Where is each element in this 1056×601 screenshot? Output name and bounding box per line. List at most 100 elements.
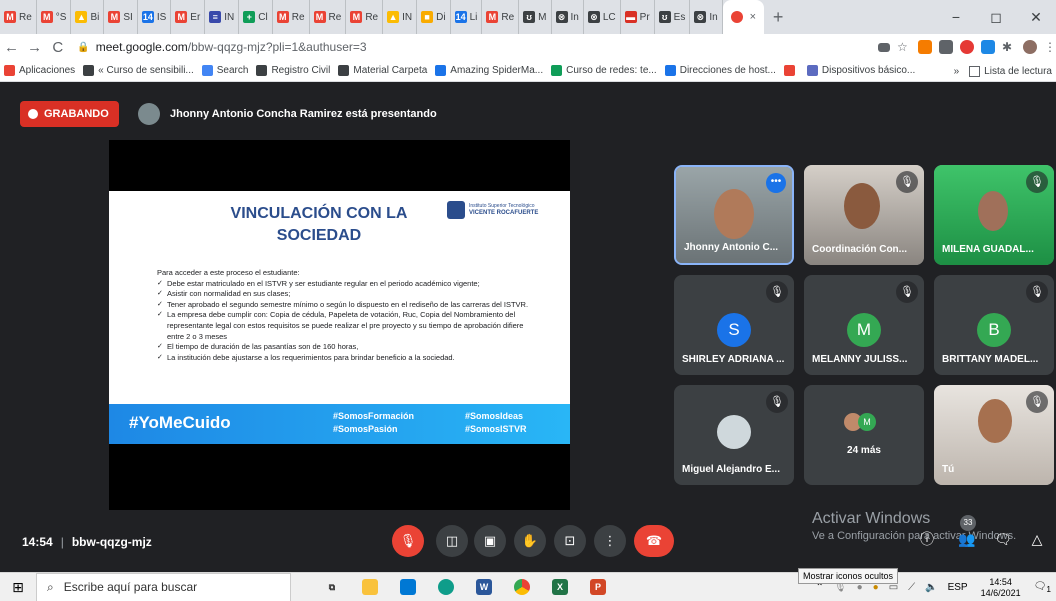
more-participants-tile[interactable]: M 24 más <box>804 385 924 485</box>
recording-badge[interactable]: GRABANDO <box>20 101 119 127</box>
participant-tile[interactable]: 🎙 Coordinación Con... <box>804 165 924 265</box>
browser-tab[interactable]: ⊗ In <box>690 0 723 34</box>
network-icon[interactable]: ⟋ <box>908 582 915 593</box>
chat-button[interactable]: 🗨 <box>992 528 1014 550</box>
info-button[interactable]: ⓘ <box>916 528 938 550</box>
browser-tab-active[interactable]: × <box>722 0 765 34</box>
browser-tab[interactable]: M Re <box>0 0 37 34</box>
browser-tab[interactable]: 14 IS <box>138 0 172 34</box>
browser-tab[interactable]: ■ Di <box>417 0 451 34</box>
extension-icon[interactable] <box>981 40 996 54</box>
browser-tab[interactable]: 14 Li <box>451 0 483 34</box>
bookmark-icon <box>806 65 818 76</box>
banner-tag: #SomosISTVR <box>465 424 527 434</box>
extension-icon[interactable] <box>918 40 933 54</box>
browser-tab[interactable]: M SI <box>104 0 138 34</box>
windows-start-icon[interactable]: ⊞ <box>0 579 36 596</box>
profile-avatar[interactable] <box>1023 40 1038 54</box>
banner-tags-right: #SomosIdeas #SomosISTVR <box>465 410 527 436</box>
close-tab-icon[interactable]: × <box>750 11 756 23</box>
browser-tab[interactable]: ≡ IN <box>205 0 240 34</box>
bookmark-item[interactable]: Direcciones de host... <box>664 65 776 76</box>
participant-tile[interactable]: ••• Jhonny Antonio C... <box>674 165 794 265</box>
powerpoint-button[interactable]: P <box>579 573 617 601</box>
volume-icon[interactable]: 🔈 <box>925 582 937 593</box>
bookmark-label: Curso de redes: te... <box>566 65 657 76</box>
bookmark-item[interactable]: Registro Civil <box>256 65 330 76</box>
system-clock[interactable]: 14:54 14/6/2021 <box>981 577 1021 599</box>
browser-tab[interactable]: ▲ IN <box>383 0 418 34</box>
minimize-button[interactable]: − <box>936 9 976 25</box>
browser-tab[interactable]: M Re <box>273 0 310 34</box>
back-button[interactable]: ← <box>0 39 23 56</box>
menu-icon[interactable]: ⋮ <box>1044 40 1056 54</box>
browser-tab[interactable]: ▲ Bi <box>71 0 105 34</box>
participant-tile[interactable]: 🎙 MILENA GUADAL... <box>934 165 1054 265</box>
participant-tile[interactable]: 🎙 B BRITTANY MADEL... <box>934 275 1054 375</box>
meeting-code[interactable]: bbw-qqzg-mjz <box>72 535 152 549</box>
taskbar-search[interactable]: ⌕ Escribe aquí para buscar <box>36 572 291 601</box>
edge-button[interactable] <box>427 573 465 601</box>
browser-tab[interactable]: ʊM <box>519 0 552 34</box>
extension-icon[interactable] <box>960 40 975 54</box>
activate-subtitle: Ve a Configuración para activar Windows. <box>812 530 1017 542</box>
camera-icon[interactable] <box>878 42 891 52</box>
camera-toggle-button[interactable]: ◫ <box>436 525 468 557</box>
close-window-button[interactable]: ✕ <box>1016 9 1056 26</box>
mail-button[interactable] <box>389 573 427 601</box>
people-button[interactable]: 👥 <box>956 528 978 550</box>
bookmark-item[interactable]: Dispositivos básico... <box>806 65 915 76</box>
mic-toggle-button[interactable]: 🎙 <box>392 525 424 557</box>
browser-tab[interactable]: ⊗ LC <box>584 0 621 34</box>
new-tab-button[interactable]: + <box>764 7 792 28</box>
file-explorer-button[interactable] <box>351 573 389 601</box>
browser-tab[interactable]: ʊ Es <box>655 0 691 34</box>
more-options-button[interactable]: ⋮ <box>594 525 626 557</box>
captions-icon: ▣ <box>483 533 497 548</box>
language-indicator[interactable]: ESP <box>948 582 968 593</box>
slide-bullet: Tener aprobado el segundo semestre mínim… <box>157 300 537 311</box>
browser-tab[interactable]: M °S <box>37 0 72 34</box>
address-bar[interactable]: 🔒 meet.google.com/bbw-qqzg-mjz?pli=1&aut… <box>69 36 878 58</box>
participant-tile[interactable]: 🎙 M MELANNY JULISS... <box>804 275 924 375</box>
maximize-button[interactable]: ◻ <box>976 9 1016 26</box>
star-icon[interactable]: ☆ <box>897 40 911 54</box>
bookmark-item[interactable]: Search <box>201 65 248 76</box>
present-button[interactable]: ⊡ <box>554 525 586 557</box>
browser-tab[interactable]: M Re <box>482 0 520 34</box>
browser-tab[interactable]: M Re <box>310 0 347 34</box>
more-options-icon[interactable]: ••• <box>766 173 786 193</box>
activities-button[interactable]: △ <box>1026 528 1048 550</box>
browser-tab[interactable]: M Re <box>346 0 384 34</box>
forward-button[interactable]: → <box>23 39 46 56</box>
bookmark-item[interactable]: Curso de redes: te... <box>551 65 657 76</box>
participant-face <box>844 183 880 229</box>
participant-tile[interactable]: 🎙 S SHIRLEY ADRIANA ... <box>674 275 794 375</box>
raise-hand-button[interactable]: ✋ <box>514 525 546 557</box>
captions-button[interactable]: ▣ <box>474 525 506 557</box>
leave-call-button[interactable]: ☎ <box>634 525 674 557</box>
task-view-button[interactable]: ⧉ <box>313 573 351 601</box>
chrome-button[interactable] <box>503 573 541 601</box>
bookmark-item[interactable]: Material Carpeta <box>338 65 427 76</box>
bookmark-item[interactable]: Amazing SpiderMa... <box>435 65 543 76</box>
self-tile[interactable]: 🎙 Tú <box>934 385 1054 485</box>
notifications-icon[interactable]: 🗨1 <box>1034 581 1051 594</box>
browser-tab[interactable]: ⊗ In <box>552 0 584 34</box>
browser-tab[interactable]: ▬ Pr <box>621 0 655 34</box>
bookmark-item[interactable] <box>783 65 799 76</box>
reload-button[interactable]: C <box>46 39 69 56</box>
puzzle-icon[interactable]: ✱ <box>1002 40 1016 54</box>
banner-tag: #SomosPasión <box>333 424 398 434</box>
browser-tab[interactable]: + Cl <box>239 0 273 34</box>
browser-tab[interactable]: M Er <box>171 0 206 34</box>
bookmarks-overflow-button[interactable]: » <box>954 66 960 77</box>
excel-button[interactable]: X <box>541 573 579 601</box>
reading-list-label[interactable]: Lista de lectura <box>984 66 1052 77</box>
participant-tile[interactable]: 🎙 Miguel Alejandro E... <box>674 385 794 485</box>
word-button[interactable]: W <box>465 573 503 601</box>
bookmark-item[interactable]: « Curso de sensibili... <box>83 65 194 76</box>
extension-icon[interactable] <box>939 40 954 54</box>
logo-line2: VICENTE ROCAFUERTE <box>469 210 539 216</box>
bookmark-item[interactable]: Aplicaciones <box>4 65 75 76</box>
